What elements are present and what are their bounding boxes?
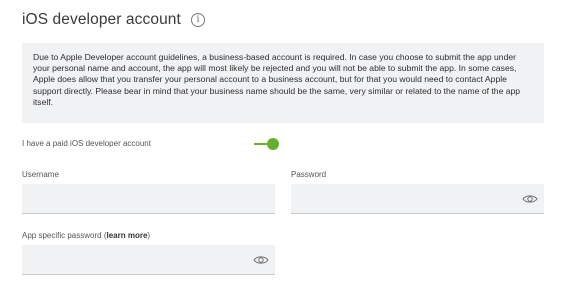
eye-icon[interactable]: [253, 255, 269, 265]
learn-more-link[interactable]: learn more: [106, 231, 147, 240]
password-input[interactable]: [291, 184, 544, 214]
toggle-knob: [267, 138, 279, 150]
app-password-label: App specific password (learn more): [22, 231, 151, 240]
app-password-input[interactable]: [22, 245, 275, 275]
username-input[interactable]: [22, 184, 275, 214]
password-label: Password: [291, 170, 327, 179]
guidelines-notice: Due to Apple Developer account guideline…: [22, 43, 544, 123]
username-label: Username: [22, 170, 59, 179]
page-title: iOS developer account: [22, 11, 181, 28]
section-header: iOS developer account i: [22, 11, 205, 29]
toggle-label: I have a paid iOS developer account: [22, 139, 151, 148]
notice-text: Due to Apple Developer account guideline…: [33, 52, 521, 107]
paid-account-toggle-row: I have a paid iOS developer account: [22, 136, 282, 152]
info-icon[interactable]: i: [190, 13, 205, 27]
paid-account-toggle[interactable]: [254, 137, 280, 151]
eye-icon[interactable]: [522, 194, 538, 204]
